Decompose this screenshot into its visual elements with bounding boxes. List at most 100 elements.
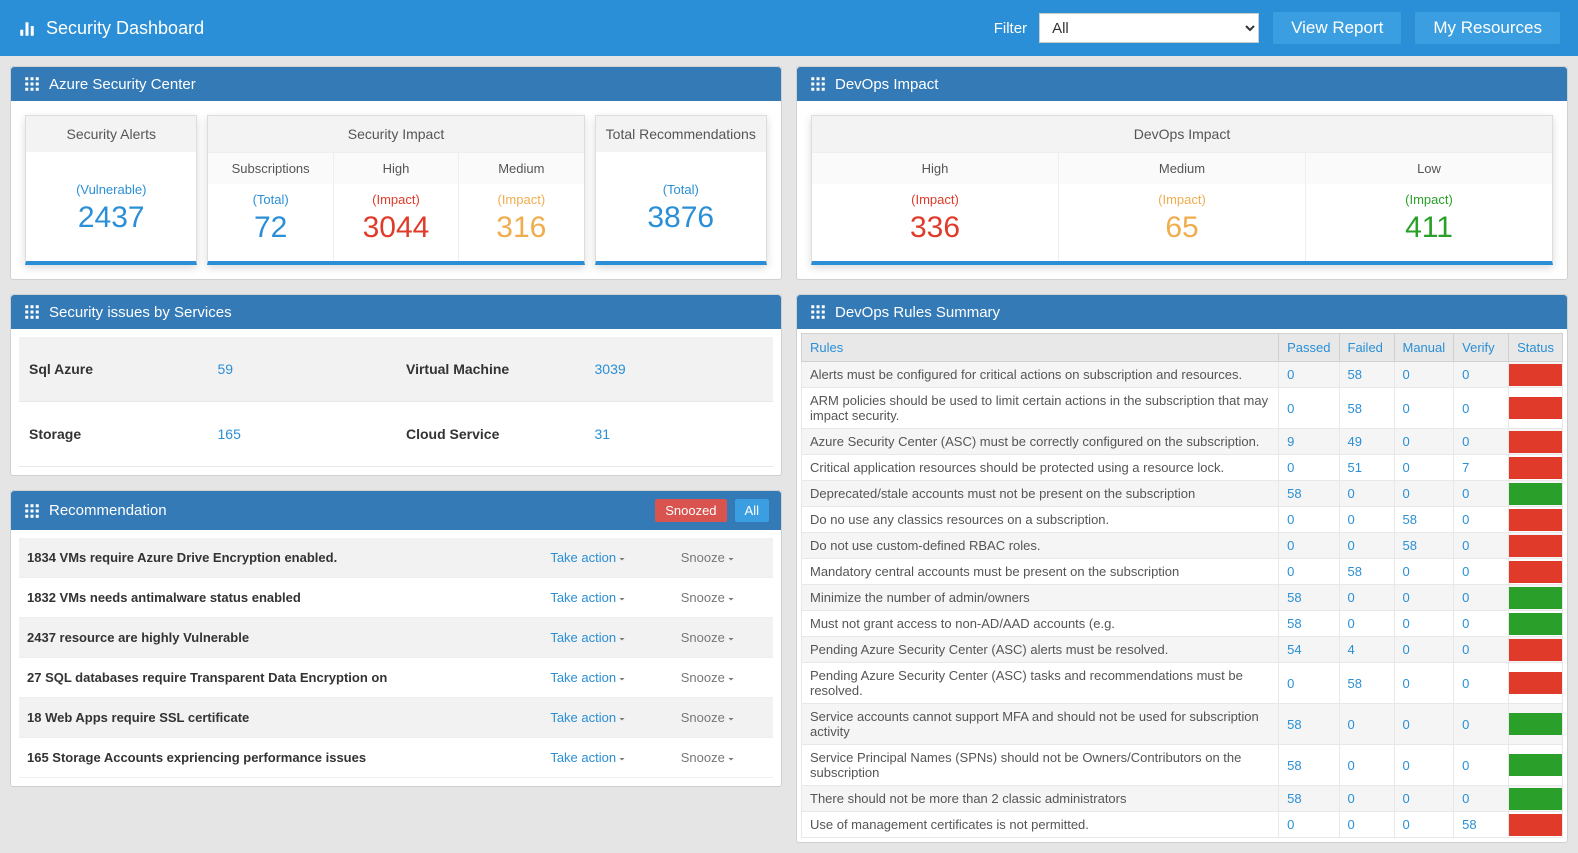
passed-count[interactable]: 0 (1279, 455, 1339, 481)
failed-count[interactable]: 0 (1339, 745, 1394, 786)
verify-count[interactable]: 58 (1454, 812, 1509, 838)
manual-count[interactable]: 0 (1394, 663, 1454, 704)
take-action-link[interactable]: Take action (542, 618, 672, 658)
col-passed[interactable]: Passed (1279, 334, 1339, 362)
take-action-link[interactable]: Take action (542, 538, 672, 578)
passed-count[interactable]: 58 (1279, 704, 1339, 745)
manual-count[interactable]: 0 (1394, 481, 1454, 507)
my-resources-button[interactable]: My Resources (1415, 12, 1560, 44)
failed-count[interactable]: 0 (1339, 585, 1394, 611)
failed-count[interactable]: 51 (1339, 455, 1394, 481)
failed-count[interactable]: 0 (1339, 533, 1394, 559)
service-count[interactable]: 165 (208, 402, 397, 467)
service-count[interactable]: 59 (208, 337, 397, 402)
failed-count[interactable]: 0 (1339, 812, 1394, 838)
failed-count[interactable]: 58 (1339, 362, 1394, 388)
manual-count[interactable]: 0 (1394, 559, 1454, 585)
verify-count[interactable]: 0 (1454, 388, 1509, 429)
col-verify[interactable]: Verify (1454, 334, 1509, 362)
take-action-link[interactable]: Take action (542, 578, 672, 618)
verify-count[interactable]: 0 (1454, 429, 1509, 455)
passed-count[interactable]: 58 (1279, 585, 1339, 611)
passed-count[interactable]: 58 (1279, 786, 1339, 812)
manual-count[interactable]: 0 (1394, 812, 1454, 838)
filter-select[interactable]: All (1039, 13, 1259, 43)
verify-count[interactable]: 0 (1454, 663, 1509, 704)
verify-count[interactable]: 0 (1454, 559, 1509, 585)
manual-count[interactable]: 0 (1394, 745, 1454, 786)
devops-high-cell[interactable]: High (Impact) 336 (812, 152, 1059, 261)
manual-count[interactable]: 0 (1394, 611, 1454, 637)
failed-count[interactable]: 0 (1339, 481, 1394, 507)
passed-count[interactable]: 54 (1279, 637, 1339, 663)
manual-count[interactable]: 0 (1394, 585, 1454, 611)
verify-count[interactable]: 0 (1454, 704, 1509, 745)
passed-count[interactable]: 58 (1279, 481, 1339, 507)
service-count[interactable]: 3039 (585, 337, 774, 402)
medium-impact-cell[interactable]: Medium (Impact) 316 (459, 152, 583, 261)
take-action-link[interactable]: Take action (542, 738, 672, 778)
passed-count[interactable]: 0 (1279, 388, 1339, 429)
devops-medium-cell[interactable]: Medium (Impact) 65 (1059, 152, 1306, 261)
passed-count[interactable]: 0 (1279, 507, 1339, 533)
failed-count[interactable]: 0 (1339, 507, 1394, 533)
manual-count[interactable]: 0 (1394, 429, 1454, 455)
take-action-link[interactable]: Take action (542, 698, 672, 738)
failed-count[interactable]: 0 (1339, 786, 1394, 812)
verify-count[interactable]: 0 (1454, 745, 1509, 786)
manual-count[interactable]: 0 (1394, 455, 1454, 481)
manual-count[interactable]: 0 (1394, 637, 1454, 663)
manual-count[interactable]: 0 (1394, 704, 1454, 745)
verify-count[interactable]: 0 (1454, 585, 1509, 611)
snooze-link[interactable]: Snooze (673, 538, 773, 578)
passed-count[interactable]: 58 (1279, 611, 1339, 637)
passed-count[interactable]: 0 (1279, 362, 1339, 388)
verify-count[interactable]: 0 (1454, 507, 1509, 533)
manual-count[interactable]: 58 (1394, 533, 1454, 559)
manual-count[interactable]: 0 (1394, 362, 1454, 388)
passed-count[interactable]: 0 (1279, 812, 1339, 838)
passed-count[interactable]: 58 (1279, 745, 1339, 786)
security-alerts-card[interactable]: Security Alerts (Vulnerable) 2437 (25, 115, 197, 265)
verify-count[interactable]: 0 (1454, 481, 1509, 507)
failed-count[interactable]: 58 (1339, 388, 1394, 429)
passed-count[interactable]: 0 (1279, 663, 1339, 704)
col-status[interactable]: Status (1509, 334, 1563, 362)
failed-count[interactable]: 58 (1339, 559, 1394, 585)
passed-count[interactable]: 0 (1279, 559, 1339, 585)
verify-count[interactable]: 0 (1454, 786, 1509, 812)
col-rules[interactable]: Rules (802, 334, 1279, 362)
total-recommendations-card[interactable]: Total Recommendations (Total) 3876 (595, 115, 767, 265)
view-report-button[interactable]: View Report (1273, 12, 1401, 44)
col-manual[interactable]: Manual (1394, 334, 1454, 362)
take-action-link[interactable]: Take action (542, 658, 672, 698)
verify-count[interactable]: 0 (1454, 637, 1509, 663)
passed-count[interactable]: 0 (1279, 533, 1339, 559)
failed-count[interactable]: 0 (1339, 704, 1394, 745)
snooze-link[interactable]: Snooze (673, 698, 773, 738)
verify-count[interactable]: 0 (1454, 611, 1509, 637)
passed-count[interactable]: 9 (1279, 429, 1339, 455)
snooze-link[interactable]: Snooze (673, 658, 773, 698)
failed-count[interactable]: 58 (1339, 663, 1394, 704)
verify-count[interactable]: 0 (1454, 533, 1509, 559)
failed-count[interactable]: 49 (1339, 429, 1394, 455)
manual-count[interactable]: 0 (1394, 388, 1454, 429)
table-row: ARM policies should be used to limit cer… (802, 388, 1563, 429)
subscriptions-cell[interactable]: Subscriptions (Total) 72 (208, 152, 333, 261)
col-failed[interactable]: Failed (1339, 334, 1394, 362)
snooze-link[interactable]: Snooze (673, 738, 773, 778)
manual-count[interactable]: 58 (1394, 507, 1454, 533)
devops-low-cell[interactable]: Low (Impact) 411 (1306, 152, 1552, 261)
snoozed-button[interactable]: Snoozed (655, 499, 726, 522)
all-button[interactable]: All (735, 499, 769, 522)
failed-count[interactable]: 4 (1339, 637, 1394, 663)
verify-count[interactable]: 7 (1454, 455, 1509, 481)
snooze-link[interactable]: Snooze (673, 618, 773, 658)
manual-count[interactable]: 0 (1394, 786, 1454, 812)
snooze-link[interactable]: Snooze (673, 578, 773, 618)
high-impact-cell[interactable]: High (Impact) 3044 (334, 152, 459, 261)
service-count[interactable]: 31 (585, 402, 774, 467)
failed-count[interactable]: 0 (1339, 611, 1394, 637)
verify-count[interactable]: 0 (1454, 362, 1509, 388)
